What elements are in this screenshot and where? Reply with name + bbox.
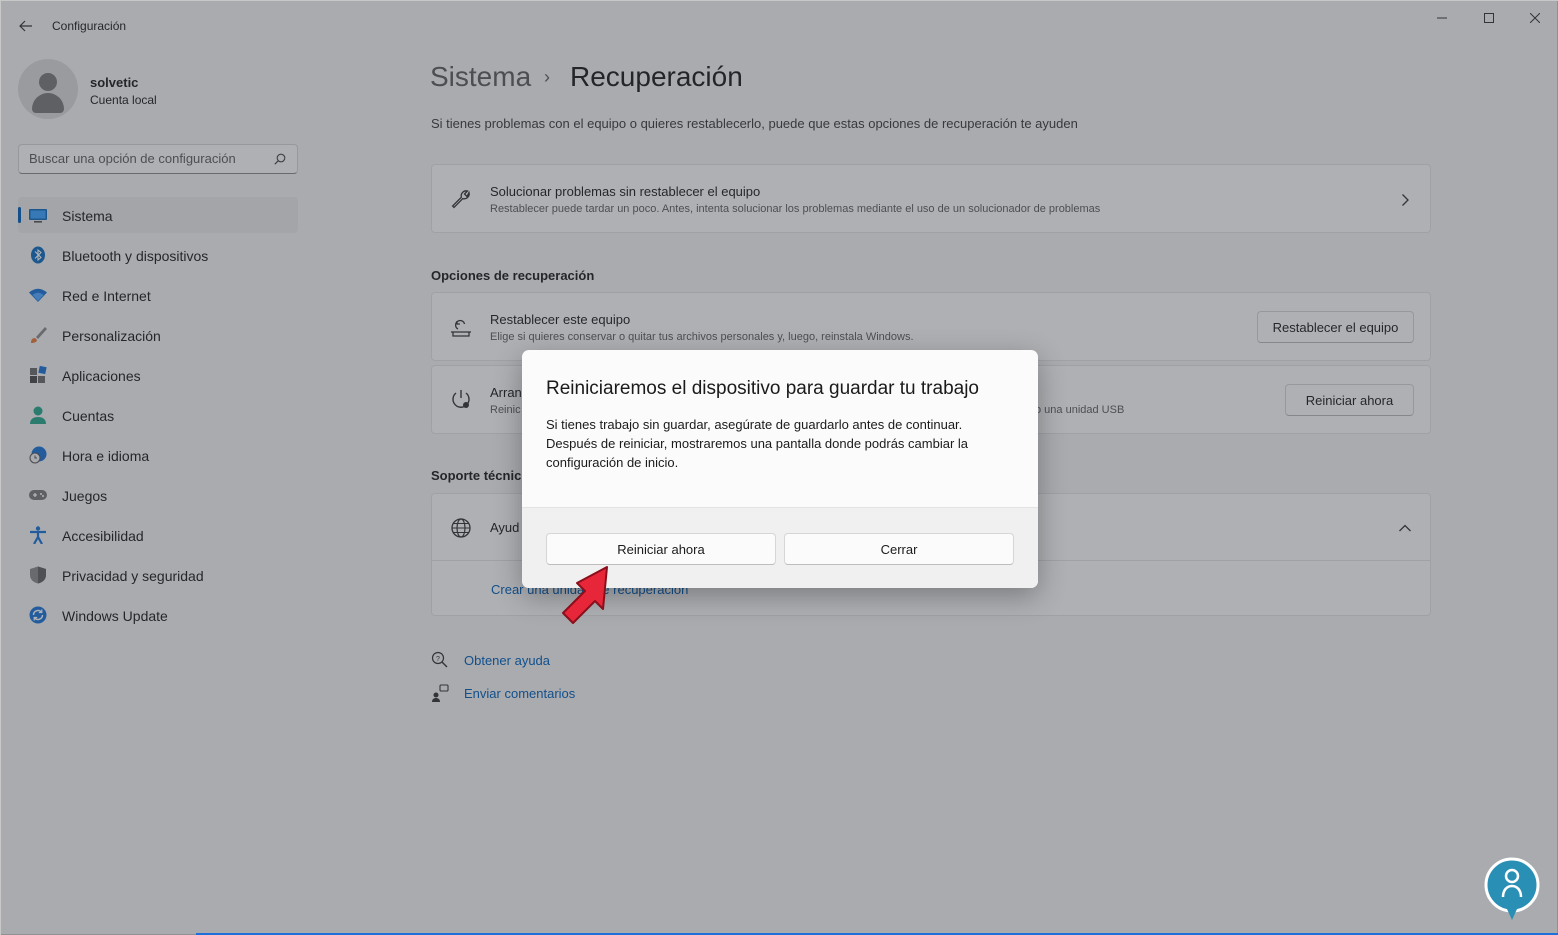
settings-window: Configuración solvetic Cuenta local Sist…	[0, 0, 1558, 935]
watermark-logo-icon	[1484, 857, 1540, 920]
dialog-title: Reiniciaremos el dispositivo para guarda…	[546, 378, 980, 399]
dialog-restart-now-button[interactable]: Reiniciar ahora	[546, 533, 776, 565]
restart-dialog: Reiniciaremos el dispositivo para guarda…	[522, 350, 1038, 588]
dialog-close-button[interactable]: Cerrar	[784, 533, 1014, 565]
dialog-body: Si tienes trabajo sin guardar, asegúrate…	[546, 417, 969, 470]
annotation-arrow-icon	[562, 566, 608, 624]
